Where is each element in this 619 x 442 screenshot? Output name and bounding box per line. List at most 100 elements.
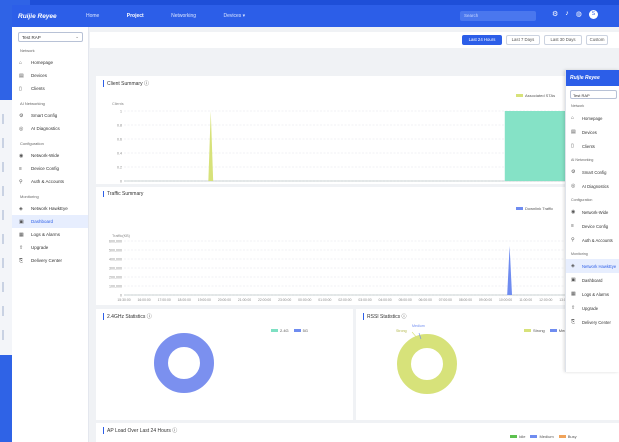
overlay-item-upgrade[interactable]: ⇧ Upgrade (566, 301, 619, 315)
menu-item-label: Smart Config (582, 169, 607, 175)
device-config-icon: ≡ (571, 223, 574, 229)
traffic-spike (507, 246, 513, 295)
x-tick-label: 22:00:00 (258, 298, 271, 302)
smart-config-icon: ⚙ (19, 112, 24, 119)
menu-item-label: Network-Wide (31, 153, 60, 158)
x-tick-label: 02:00:00 (338, 298, 351, 302)
overlay-item-smart-config[interactable]: ⚙ Smart Config (566, 165, 619, 179)
y-tick-label: 0.8 (117, 123, 122, 127)
menu-section-title: Network (571, 104, 585, 108)
overlay-item-devices[interactable]: ▤ Devices (566, 125, 619, 139)
upgrade-icon: ⇧ (571, 305, 576, 311)
settings-icon[interactable]: ⚙ (552, 10, 558, 19)
ap-load-chart (96, 438, 619, 442)
sidebar-item-ai-diagnostics[interactable]: ◎ AI Diagnostics (12, 122, 88, 135)
sidebar-item-smart-config[interactable]: ⚙ Smart Config (12, 109, 88, 122)
x-tick-label: 07:00:00 (439, 298, 452, 302)
menu-item-label: Logs & Alarms (31, 232, 61, 237)
sidebar-item-dashboard[interactable]: ▣ Dashboard (12, 215, 88, 228)
menu-item-label: Smart Config (31, 113, 58, 118)
overlay-item-device-config[interactable]: ≡ Device Config (566, 219, 619, 233)
range-24h-button[interactable]: Last 24 Hours (462, 35, 502, 45)
x-tick-label: 12:00:00 (539, 298, 552, 302)
rssi-callout-medium: Medium (412, 324, 425, 328)
x-tick-label: 17:00:00 (158, 298, 171, 302)
overlay-item-dashboard[interactable]: ▣ Dashboard (566, 273, 619, 287)
brand-logo[interactable]: Ruijie Reyee (18, 13, 86, 20)
range-30d-button[interactable]: Last 30 Days (544, 35, 582, 45)
menu-item-label: Devices (582, 129, 597, 135)
menu-item-label: Dashboard (31, 219, 54, 224)
overlay-item-homepage[interactable]: ⌂ Homepage (566, 111, 619, 125)
sidebar-item-network-wide[interactable]: ◉ Network-Wide (12, 149, 88, 162)
nav-project[interactable]: Project (127, 13, 144, 19)
menu-item-label: AI Diagnostics (582, 183, 609, 189)
overlay-item-delivery-center[interactable]: ⎘ Delivery Center (566, 315, 619, 329)
sidebar-item-homepage[interactable]: ⌂ Homepage (12, 56, 88, 69)
x-tick-label: 09:00:00 (479, 298, 492, 302)
avatar[interactable]: S (588, 10, 598, 19)
overlay-item-network-hawkeye[interactable]: ◈ Network HawkEye (566, 259, 619, 273)
upgrade-icon: ⇧ (19, 244, 24, 251)
globe-icon[interactable]: ◍ (576, 10, 582, 19)
nav-networking[interactable]: Networking (171, 13, 196, 19)
x-tick-label: 06:00:00 (419, 298, 432, 302)
sidebar-item-logs-alarms[interactable]: ▦ Logs & Alarms (12, 228, 88, 241)
network-wide-icon: ◉ (571, 209, 576, 215)
ghz24-statistics-card: 2.4GHz Statistics ⓘ 2.4G 5G (96, 309, 353, 420)
menu-item-label: Device Config (582, 223, 609, 229)
nav-devices[interactable]: Devices ▾ (223, 13, 245, 19)
y-tick-label: 0.4 (117, 151, 122, 155)
y-tick-label: 500,000 (109, 248, 122, 252)
menu-item-label: Upgrade (582, 305, 599, 311)
ap-load-title: AP Load Over Last 24 Hours ⓘ (103, 427, 177, 434)
y-axis-label: Traffic(KB) (112, 234, 131, 238)
menu-item-label: Logs & Alarms (582, 291, 609, 297)
menu-item-label: Network-Wide (582, 209, 609, 215)
menu-section-title: Monitoring (571, 252, 588, 256)
sidebar-item-auth-accounts[interactable]: ⚲ Auth & Accounts (12, 175, 88, 188)
overlay-item-ai-diagnostics[interactable]: ◎ AI Diagnostics (566, 179, 619, 193)
sidebar-item-device-config[interactable]: ≡ Device Config (12, 162, 88, 175)
y-tick-label: 0.6 (117, 137, 122, 141)
clients-icon: ▯ (571, 143, 574, 149)
top-nav: Home Project Networking Devices ▾ (86, 13, 271, 19)
menu-item-label: Auth & Accounts (31, 179, 65, 184)
x-tick-label: 21:00:00 (238, 298, 251, 302)
y-tick-label: 600,000 (109, 239, 122, 243)
sidebar-item-delivery-center[interactable]: ⎘ Delivery Center (12, 254, 88, 267)
site-select[interactable]: Test RAP ⌄ (18, 32, 83, 42)
y-tick-label: 400,000 (109, 257, 122, 261)
rssi-callout-strong: Strong (396, 329, 407, 333)
menu-item-label: Network HawkEye (31, 206, 68, 211)
overlay-item-auth-accounts[interactable]: ⚲ Auth & Accounts (566, 233, 619, 247)
y-tick-label: 0 (120, 293, 122, 297)
overlay-item-network-wide[interactable]: ◉ Network-Wide (566, 205, 619, 219)
menu-item-label: Homepage (31, 60, 54, 65)
menu-item-label: Dashboard (582, 277, 603, 283)
overlay-logo[interactable]: Ruijie Reyee (566, 70, 619, 86)
x-tick-label: 03:00:00 (358, 298, 371, 302)
client-summary-card: Client Summary ⓘ Associated STAs Clients… (96, 76, 619, 184)
sidebar-item-network-hawkeye[interactable]: ◈ Network HawkEye (12, 202, 88, 215)
menu-item-label: Delivery Center (31, 258, 63, 263)
search-input[interactable]: Search (460, 11, 536, 21)
menu-item-label: Auth & Accounts (582, 237, 613, 243)
overlay-site-select[interactable]: Test RAP (570, 90, 617, 99)
bell-icon[interactable]: ♪ (565, 10, 569, 19)
logs-icon: ▦ (19, 231, 24, 238)
range-custom-button[interactable]: Custom (586, 35, 608, 45)
sidebar-item-devices[interactable]: ▤ Devices (12, 69, 88, 82)
nav-home[interactable]: Home (86, 13, 99, 19)
sidebar-item-upgrade[interactable]: ⇧ Upgrade (12, 241, 88, 254)
range-7d-button[interactable]: Last 7 Days (506, 35, 540, 45)
network-wide-icon: ◉ (19, 152, 24, 159)
y-tick-label: 200,000 (109, 275, 122, 279)
delivery-icon: ⎘ (19, 257, 24, 264)
client-spike (208, 111, 214, 181)
overlay-item-clients[interactable]: ▯ Clients (566, 139, 619, 153)
sidebar-item-clients[interactable]: ▯ Clients (12, 82, 88, 95)
menu-section-title: Monitoring (20, 194, 39, 199)
overlay-item-logs-alarms[interactable]: ▦ Logs & Alarms (566, 287, 619, 301)
x-tick-label: 04:00:00 (378, 298, 391, 302)
